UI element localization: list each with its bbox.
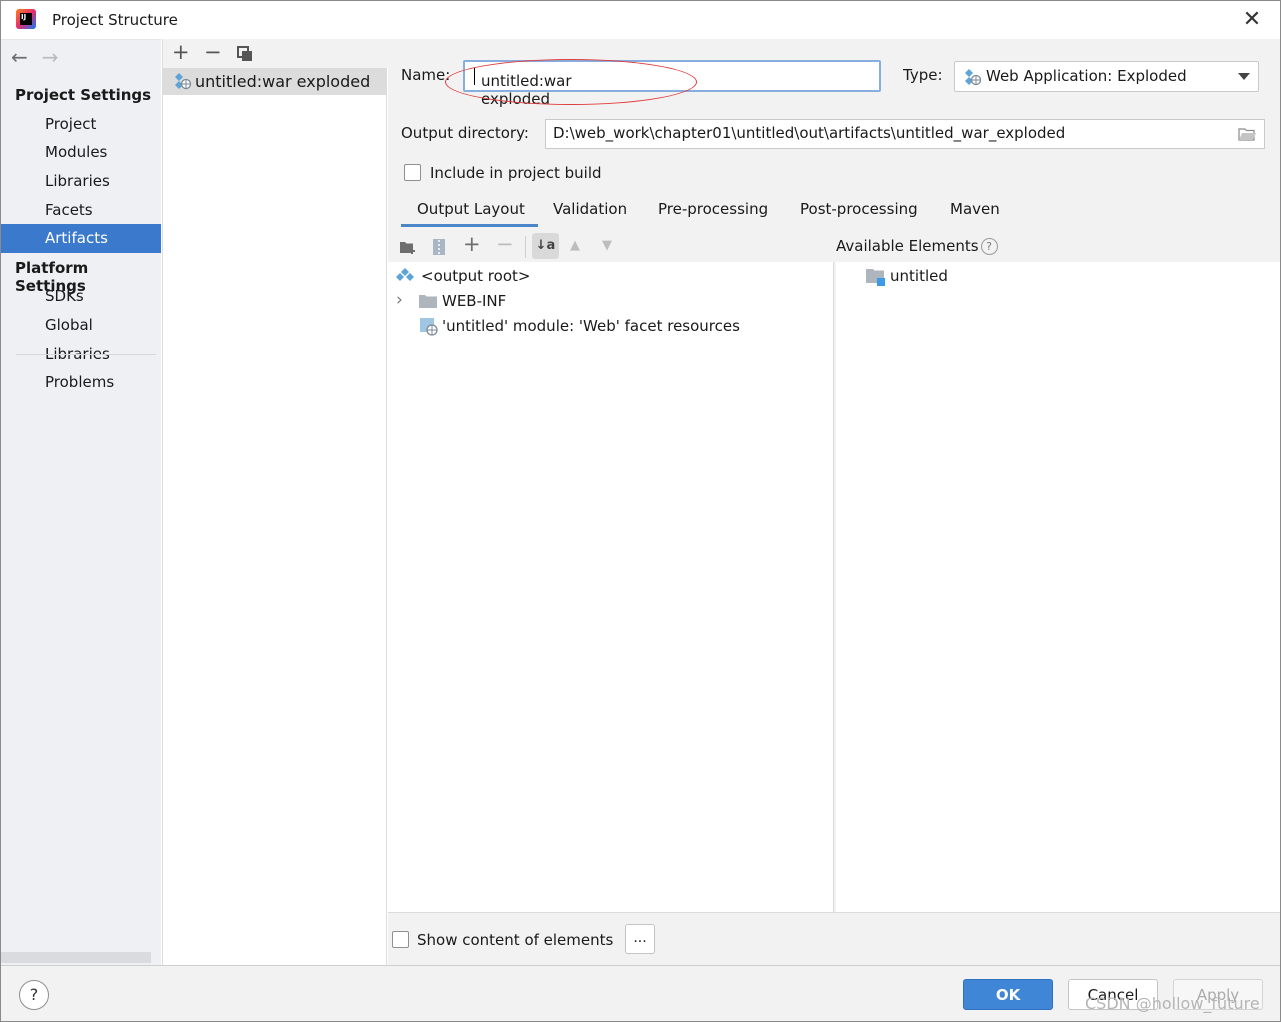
- help-icon[interactable]: ?: [980, 238, 998, 255]
- tree-row-output-root[interactable]: <output root>: [396, 266, 696, 288]
- tab-maven[interactable]: Maven: [950, 200, 1000, 218]
- artifact-settings-panel: Name: untitled:war exploded Type: Web Ap…: [388, 39, 1280, 965]
- show-content-strip: Show content of elements ...: [388, 912, 1280, 965]
- chevron-down-icon: [1238, 73, 1250, 80]
- intellij-logo-icon: IJ: [16, 9, 36, 29]
- include-in-build-label: Include in project build: [430, 164, 602, 182]
- add-element-icon[interactable]: +: [463, 234, 481, 255]
- available-elements-header: Available Elements?: [836, 230, 1280, 262]
- sidebar-item-libraries[interactable]: Libraries: [1, 167, 161, 196]
- annotation-ellipse: [445, 59, 697, 105]
- sidebar-item-problems[interactable]: Problems: [1, 368, 161, 397]
- artifact-type-value: Web Application: Exploded: [986, 67, 1187, 85]
- title-bar: IJ Project Structure ✕: [1, 1, 1280, 39]
- tab-output-layout[interactable]: Output Layout: [417, 200, 525, 218]
- sidebar-divider: [16, 354, 156, 355]
- war-exploded-icon: [175, 73, 191, 90]
- browse-folder-icon[interactable]: [1238, 127, 1256, 141]
- sidebar-item-project[interactable]: Project: [1, 110, 161, 139]
- available-elements-tree: untitled: [836, 262, 1280, 912]
- close-icon[interactable]: ✕: [1239, 7, 1265, 33]
- sidebar-item-sdks[interactable]: SDKs: [1, 282, 161, 311]
- output-directory-label: Output directory:: [401, 124, 529, 142]
- more-options-button[interactable]: ...: [625, 924, 655, 954]
- sidebar-item-modules[interactable]: Modules: [1, 138, 161, 167]
- tree-label: untitled: [890, 267, 948, 285]
- move-down-icon[interactable]: ▼: [602, 239, 612, 252]
- name-label: Name:: [401, 66, 451, 84]
- copy-artifact-icon[interactable]: [237, 46, 253, 62]
- artifacts-list-panel: + − untitled:war exploded: [162, 39, 388, 965]
- available-elements-label: Available Elements?: [836, 237, 998, 255]
- web-app-icon: [965, 69, 981, 86]
- show-content-checkbox[interactable]: [392, 931, 409, 948]
- tree-row-web-inf[interactable]: › WEB-INF: [396, 290, 696, 313]
- sidebar-scrollbar[interactable]: [1, 952, 151, 963]
- artifact-name-label: untitled:war exploded: [195, 72, 371, 91]
- sort-elements-button[interactable]: ↓a: [532, 233, 559, 259]
- tree-label: 'untitled' module: 'Web' facet resources: [442, 317, 740, 335]
- output-layout-tree: <output root> › WEB-INF 'untitled' modul…: [388, 262, 834, 912]
- folder-icon: [419, 295, 437, 308]
- move-up-icon[interactable]: ▲: [570, 239, 580, 252]
- tree-label: WEB-INF: [442, 292, 507, 310]
- tab-pre-processing[interactable]: Pre-processing: [658, 200, 768, 218]
- artifact-type-select[interactable]: Web Application: Exploded: [954, 61, 1259, 92]
- sidebar-item-global-libraries[interactable]: Global Libraries: [1, 311, 161, 363]
- artifact-tabs: Output Layout Validation Pre-processing …: [388, 193, 1280, 227]
- artifact-icon: [396, 268, 414, 281]
- ok-button[interactable]: OK: [963, 979, 1053, 1010]
- archive-icon[interactable]: [432, 238, 446, 256]
- new-directory-icon[interactable]: [399, 239, 417, 255]
- tab-post-processing[interactable]: Post-processing: [800, 200, 918, 218]
- active-tab-indicator: [401, 224, 538, 227]
- remove-artifact-icon[interactable]: −: [204, 42, 222, 63]
- expand-chevron-icon[interactable]: ›: [396, 290, 403, 310]
- output-directory-value: D:\web_work\chapter01\untitled\out\artif…: [553, 124, 1066, 142]
- module-folder-icon: [866, 269, 885, 286]
- remove-element-icon[interactable]: −: [496, 234, 514, 255]
- project-structure-dialog: IJ Project Structure ✕ ← → Project Settin…: [0, 0, 1281, 1022]
- sidebar-item-facets[interactable]: Facets: [1, 196, 161, 225]
- tree-label: <output root>: [421, 267, 531, 285]
- history-nav: ← →: [11, 45, 59, 69]
- forward-arrow-icon[interactable]: →: [42, 45, 59, 69]
- window-title: Project Structure: [52, 11, 178, 29]
- output-directory-input[interactable]: D:\web_work\chapter01\untitled\out\artif…: [545, 119, 1265, 149]
- available-item-untitled[interactable]: untitled: [866, 266, 1066, 288]
- toolbar-separator: [525, 236, 526, 258]
- tab-validation[interactable]: Validation: [553, 200, 627, 218]
- web-facet-icon: [420, 318, 438, 336]
- artifacts-toolbar: + −: [163, 39, 388, 68]
- sidebar-item-artifacts[interactable]: Artifacts: [1, 224, 161, 253]
- include-in-build-checkbox[interactable]: [404, 164, 421, 181]
- type-label: Type:: [903, 66, 943, 84]
- output-layout-toolbar: + − ↓a ▲ ▼: [388, 230, 834, 262]
- help-button[interactable]: ?: [19, 980, 49, 1010]
- watermark: CSDN @hollow_future: [1085, 994, 1260, 1013]
- back-arrow-icon[interactable]: ←: [11, 45, 28, 69]
- tree-row-web-facet-resources[interactable]: 'untitled' module: 'Web' facet resources: [420, 316, 780, 338]
- project-settings-header: Project Settings: [15, 86, 152, 104]
- show-content-label: Show content of elements: [417, 931, 614, 949]
- add-artifact-icon[interactable]: +: [172, 42, 190, 63]
- artifact-list-item[interactable]: untitled:war exploded: [163, 68, 387, 95]
- settings-sidebar: ← → Project Settings Project Modules Libr…: [1, 39, 161, 965]
